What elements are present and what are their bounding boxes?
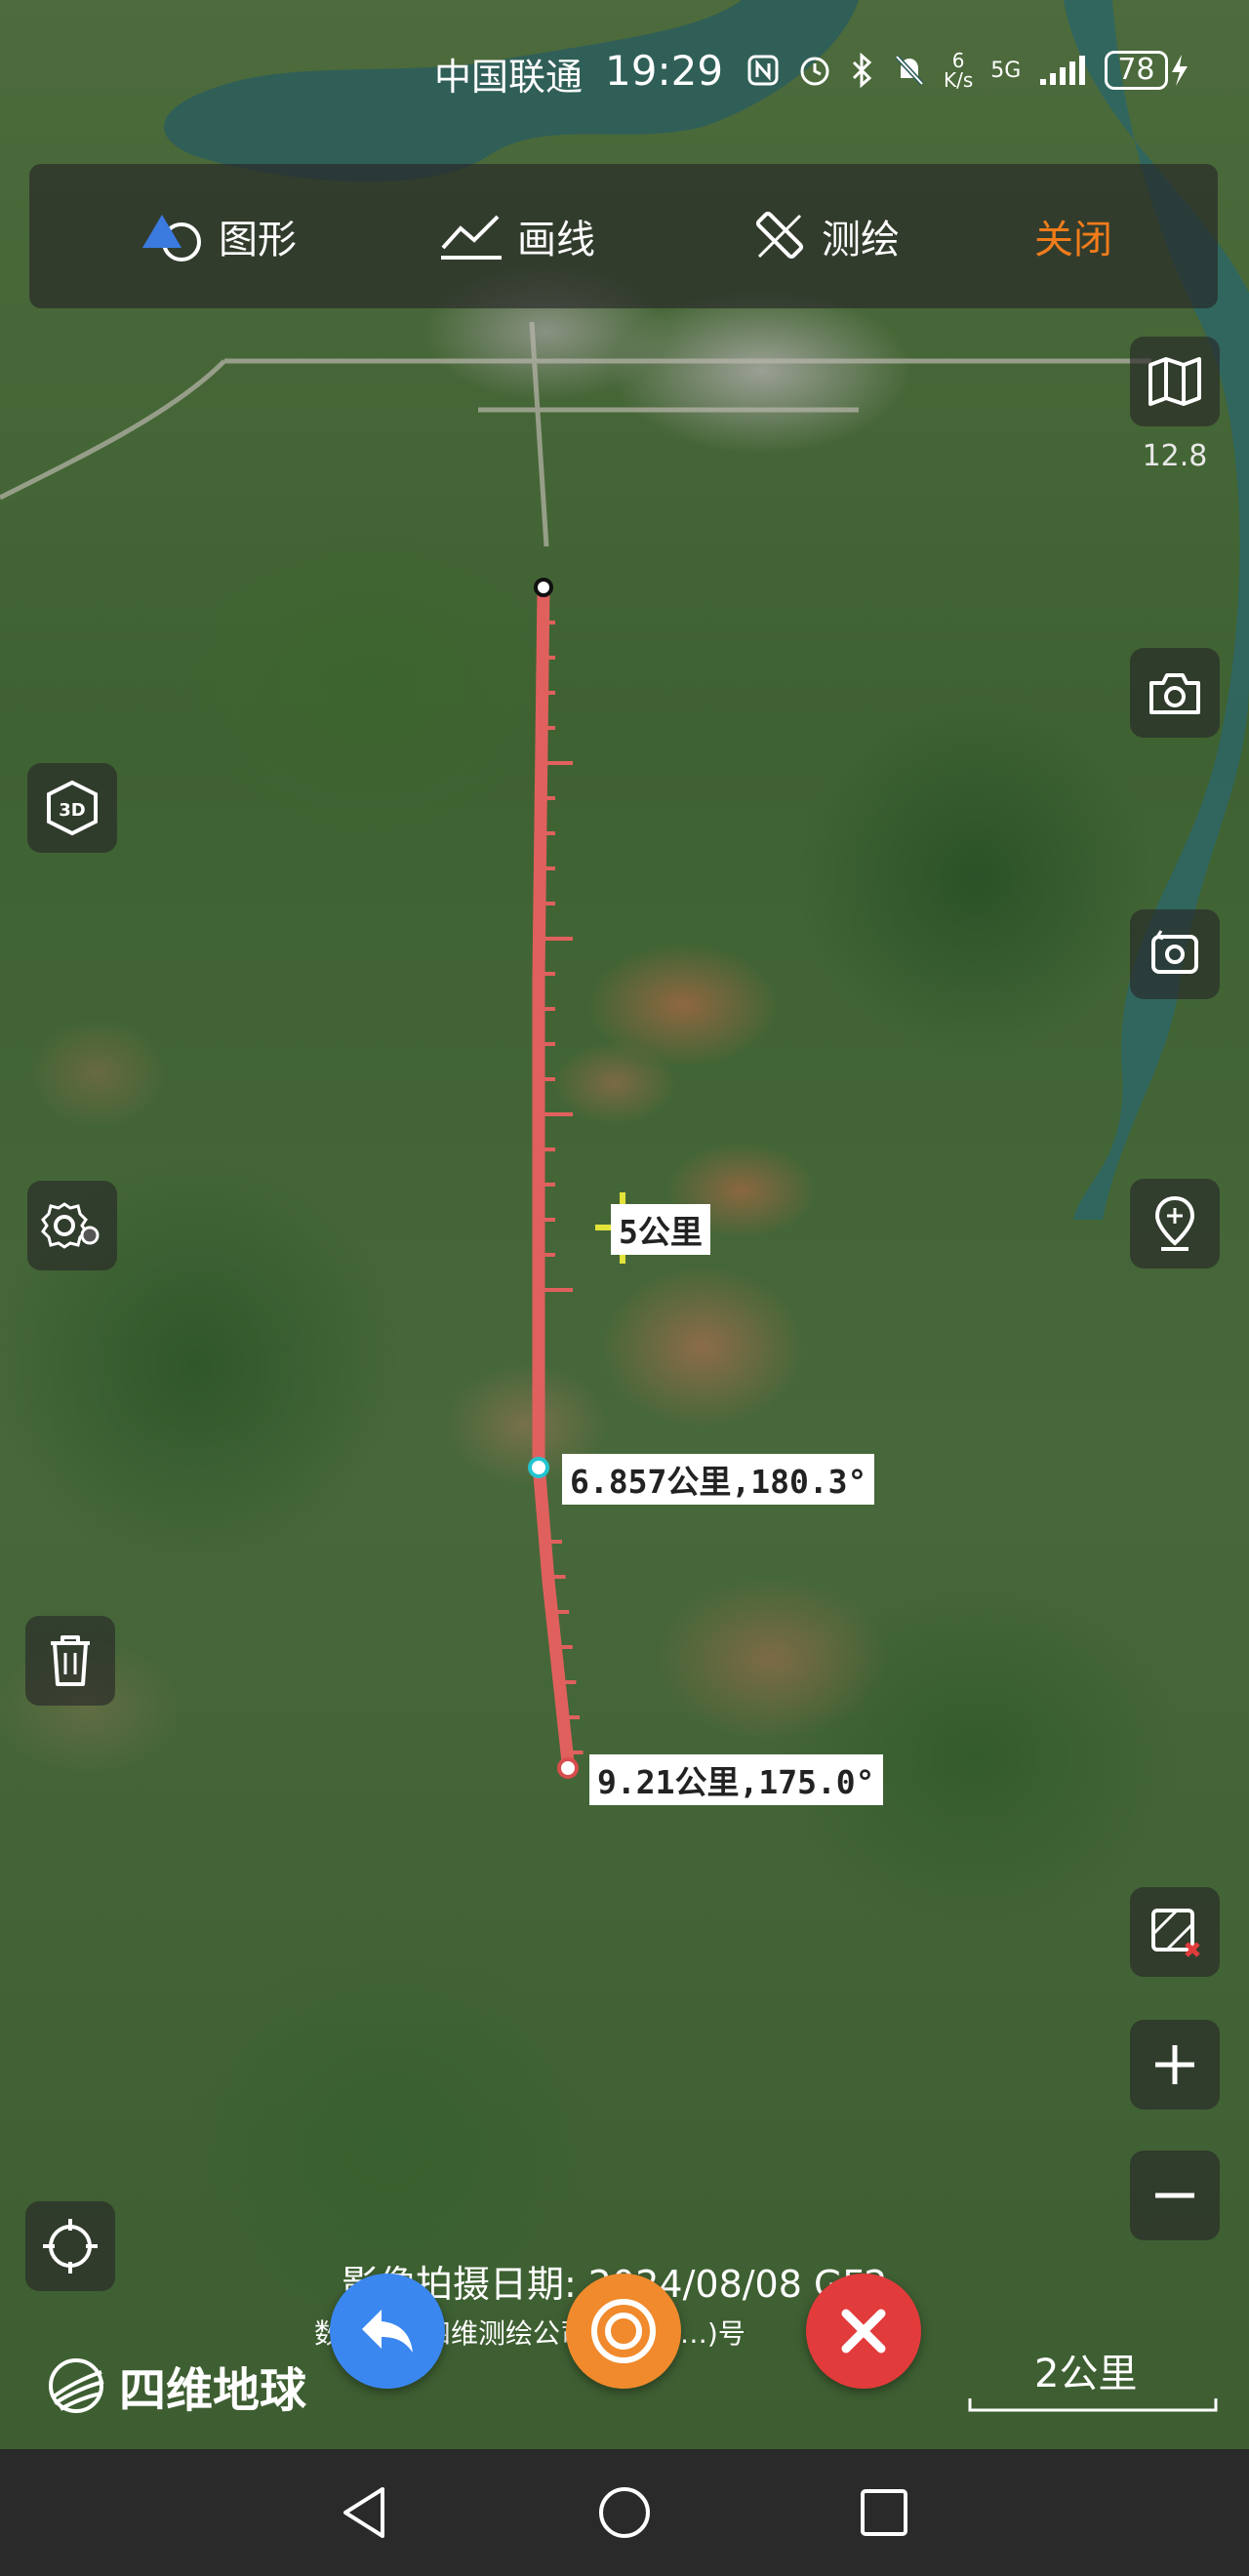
roads [0, 321, 1151, 547]
zoom-out-button[interactable] [1130, 2151, 1220, 2240]
alarm-icon [800, 57, 829, 86]
cancel-button[interactable] [806, 2274, 921, 2389]
map-icon [1148, 357, 1201, 406]
carrier-name: 中国联通 [434, 56, 584, 99]
recents-square-icon [861, 2489, 907, 2536]
close-icon [841, 2309, 886, 2354]
map-layers-button[interactable] [1130, 337, 1220, 426]
total-distance-label: 9.21公里,175.0° [589, 1754, 883, 1805]
undo-icon [362, 2310, 413, 2353]
location-pin-button[interactable] [1130, 1179, 1220, 1268]
locate-button[interactable] [25, 2201, 115, 2291]
net-speed: 6 K/s [944, 49, 974, 92]
target-icon [591, 2299, 656, 2363]
scale-line [968, 2398, 1218, 2412]
rotate-camera-icon [1151, 930, 1198, 974]
home-circle-icon [599, 2487, 650, 2538]
battery-indicator: 78 [1105, 51, 1190, 90]
locate-icon [43, 2219, 98, 2274]
bluetooth-icon [852, 53, 872, 88]
camera-icon [1149, 673, 1200, 714]
status-time: 19:29 [605, 47, 724, 95]
end-point[interactable] [557, 1757, 579, 1779]
camera-button[interactable] [1130, 648, 1220, 738]
nav-back-button[interactable] [326, 2474, 404, 2552]
top-toolbar: 图形 画线 测绘 关闭 [29, 164, 1218, 308]
add-point-button[interactable] [566, 2274, 681, 2389]
settings-button[interactable] [27, 1181, 117, 1270]
zoom-in-button[interactable] [1130, 2020, 1220, 2110]
draw-line-button[interactable]: 画线 [439, 164, 595, 308]
zoom-level: 12.8 [1142, 439, 1208, 473]
segment-distance-label: 6.857公里,180.3° [562, 1454, 875, 1505]
close-button[interactable]: 关闭 [1034, 164, 1112, 308]
delete-button[interactable] [25, 1616, 115, 1706]
network-type: 5G [990, 58, 1022, 83]
location-pin-icon [1154, 1195, 1195, 1251]
cursor-distance-label: 5公里 [611, 1204, 710, 1255]
mute-bell-icon [895, 55, 924, 86]
nfc-icon [747, 55, 779, 86]
line-chart-icon [439, 209, 504, 263]
back-triangle-icon [343, 2487, 384, 2538]
charging-icon [1171, 55, 1188, 86]
zoom-out-icon [1155, 2193, 1194, 2198]
clear-map-button[interactable] [1130, 1887, 1220, 1977]
river-north [0, 0, 859, 182]
undo-button[interactable] [330, 2274, 445, 2389]
signal-icon [1040, 56, 1086, 85]
status-icons: 6 K/s 5G 78 [746, 51, 1191, 90]
3d-icon: 3D [47, 780, 98, 836]
clear-map-icon [1151, 1909, 1200, 1957]
shape-tool-label: 图形 [219, 218, 297, 262]
shape-icon [137, 209, 205, 263]
vertex-point[interactable] [528, 1457, 549, 1478]
start-point[interactable] [534, 578, 553, 597]
globe-logo-icon [49, 2358, 104, 2413]
shape-tool-button[interactable]: 图形 [137, 164, 297, 308]
nav-home-button[interactable] [585, 2474, 664, 2552]
brand-name: 四维地球 [119, 2363, 307, 2418]
survey-label: 测绘 [822, 218, 900, 262]
scale-bar: 2公里 [966, 2342, 1220, 2420]
zoom-in-icon [1155, 2045, 1194, 2084]
trash-icon [51, 1635, 90, 1686]
survey-button[interactable]: 测绘 [751, 164, 900, 308]
battery-level: 78 [1105, 51, 1168, 90]
settings-icon [41, 1202, 100, 1249]
rotate-view-button[interactable] [1130, 909, 1220, 999]
3d-view-button[interactable]: 3D [27, 763, 117, 853]
nav-recents-button[interactable] [845, 2474, 923, 2552]
ruler-icon [751, 208, 808, 264]
draw-line-label: 画线 [517, 218, 595, 262]
svg-text:3D: 3D [59, 800, 85, 821]
brand-logo: 四维地球 [41, 2352, 306, 2420]
system-nav-bar [0, 2449, 1249, 2576]
